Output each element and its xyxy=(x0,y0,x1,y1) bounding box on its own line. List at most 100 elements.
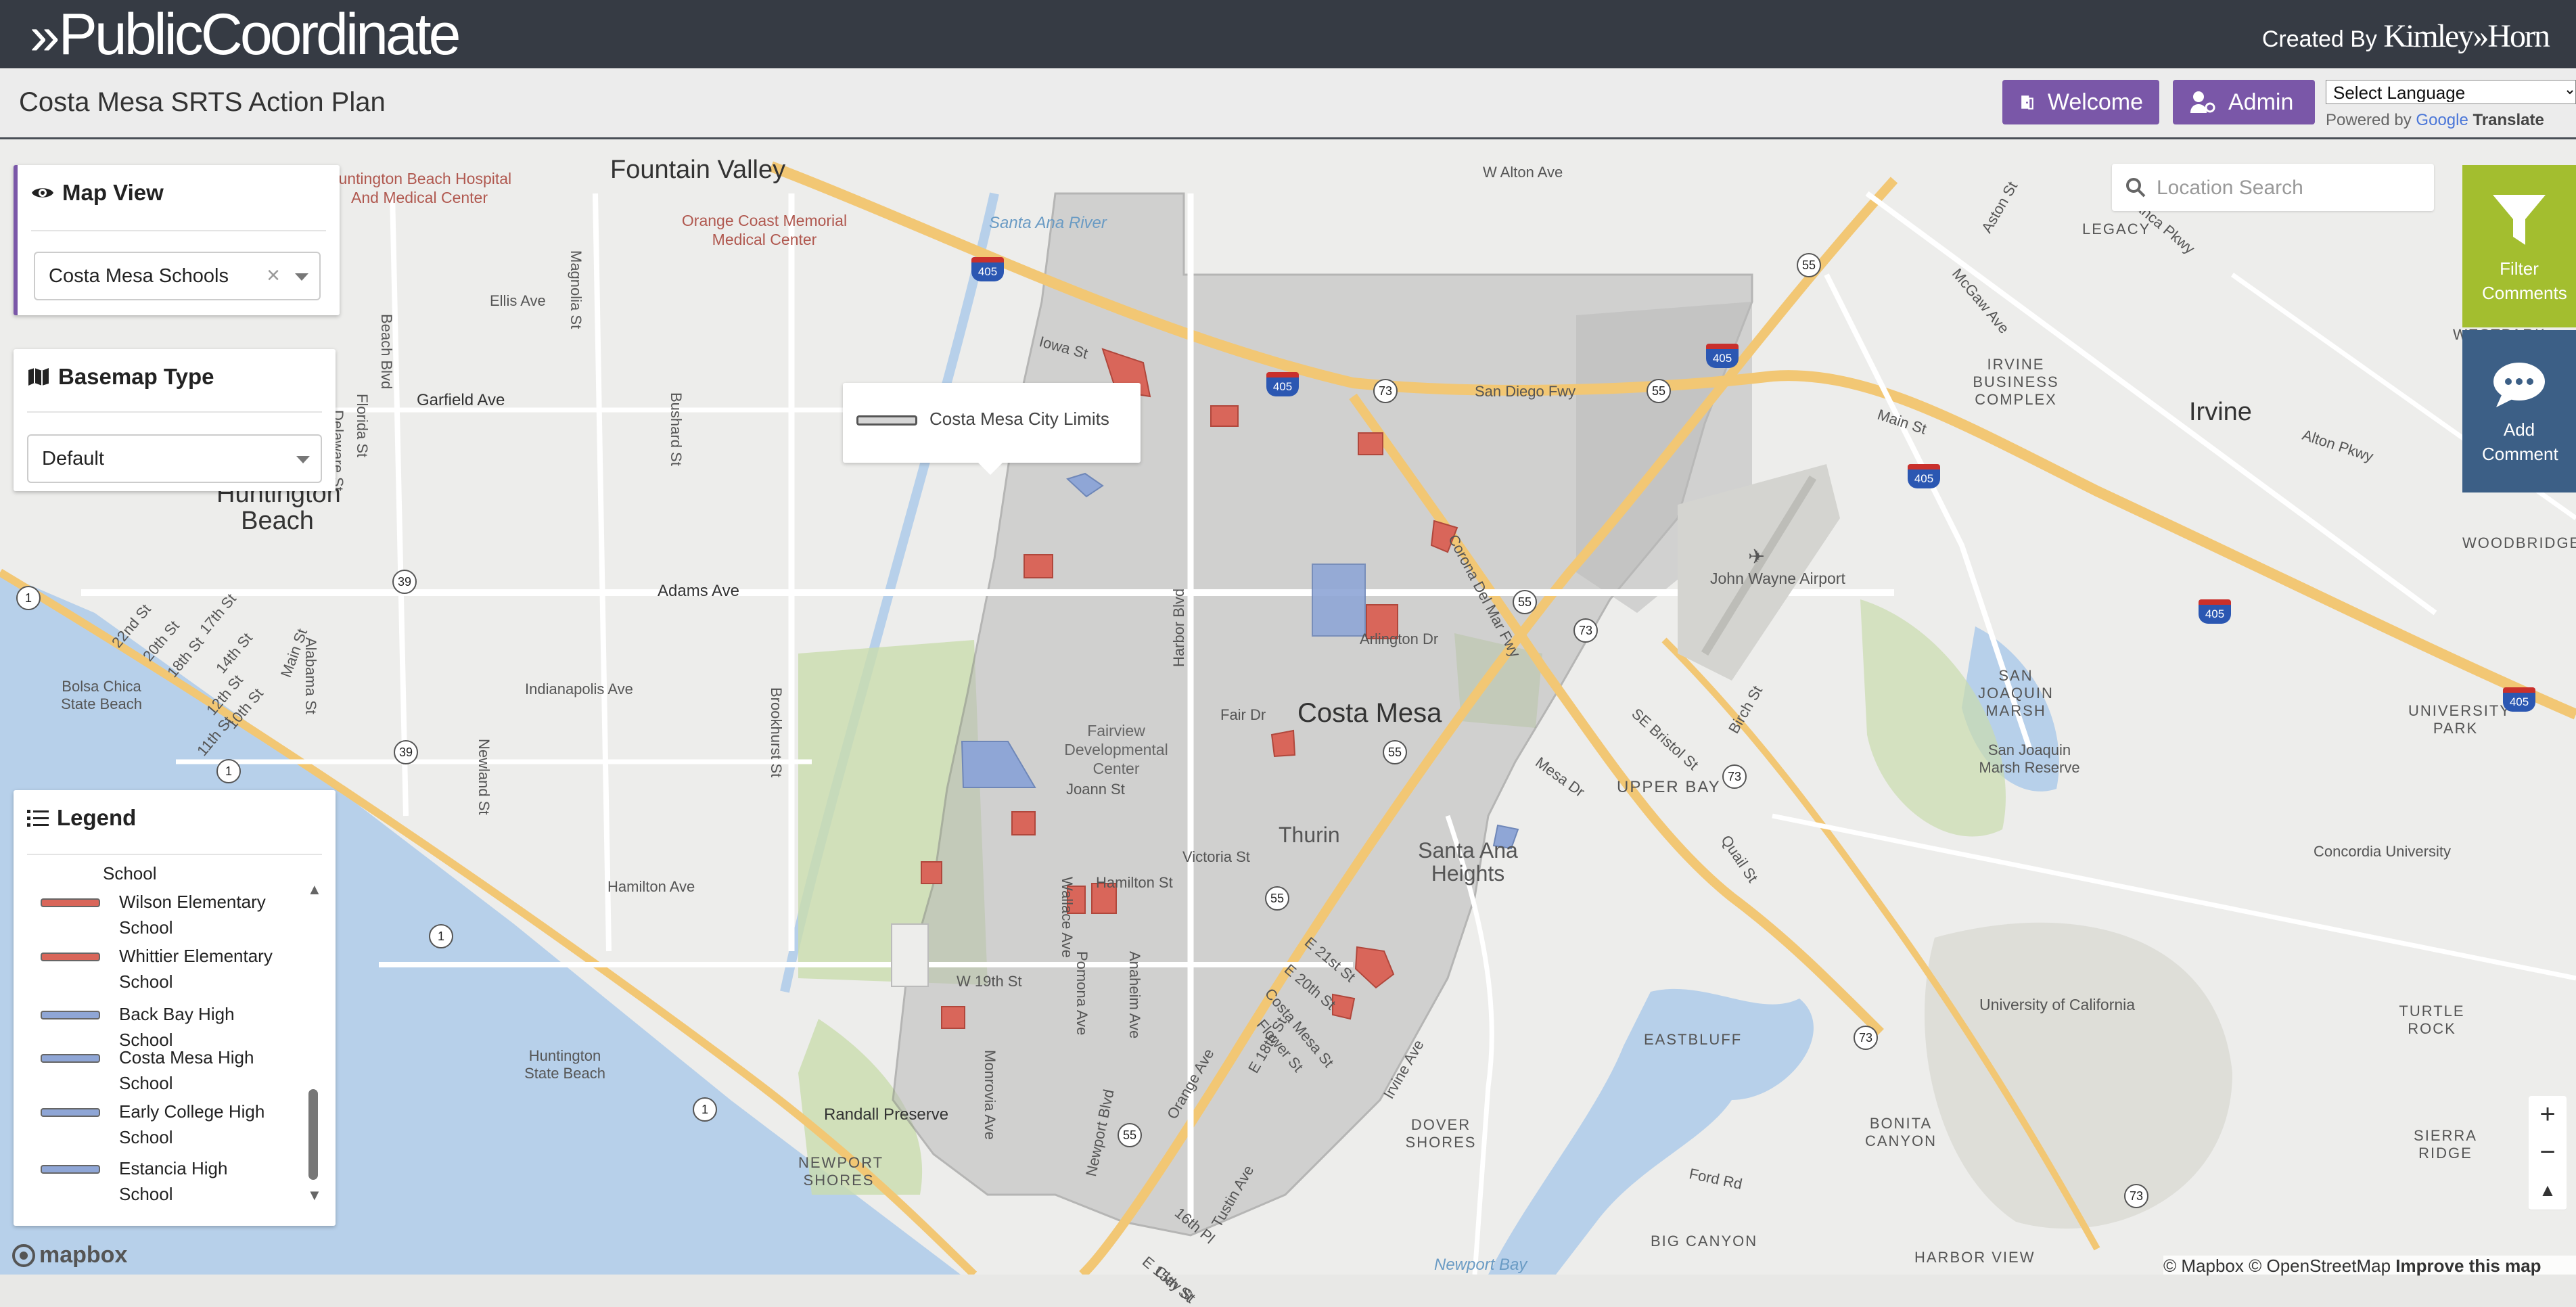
label-pomona-ave: Pomona Ave xyxy=(1074,951,1090,1036)
divider xyxy=(31,230,326,231)
filter-icon xyxy=(2493,195,2546,245)
school-polygon[interactable] xyxy=(921,861,942,884)
legend-scrollbar[interactable] xyxy=(308,1089,318,1180)
google-translate-credit: Powered by Google Translate xyxy=(2326,111,2544,129)
list-icon xyxy=(27,810,49,827)
translate-link[interactable]: Translate xyxy=(2472,111,2544,129)
label-joann-st: Joann St xyxy=(1066,781,1125,798)
mapbox-logo-icon xyxy=(12,1243,35,1267)
legend-item: Costa Mesa High School xyxy=(41,1045,281,1096)
label-indianapolis-ave: Indianapolis Ave xyxy=(525,681,633,697)
location-search[interactable] xyxy=(2112,164,2434,211)
school-polygon[interactable] xyxy=(1358,432,1383,455)
add-comment-button[interactable]: Add Comment xyxy=(2462,330,2576,492)
route-55-shield: 55 xyxy=(1513,590,1537,614)
legend-swatch xyxy=(41,1054,100,1063)
school-polygon[interactable] xyxy=(1024,554,1053,578)
legend-item: Early College High School xyxy=(41,1099,281,1150)
mapbox-logo[interactable]: mapbox xyxy=(12,1242,127,1268)
label-randall-preserve: Randall Preserve xyxy=(824,1105,949,1124)
admin-button[interactable]: Admin xyxy=(2173,80,2315,124)
school-polygon[interactable] xyxy=(1270,729,1296,758)
basemap-select[interactable]: Default xyxy=(27,434,322,483)
welcome-button[interactable]: Welcome xyxy=(2002,80,2159,124)
label-legacy: LEGACY xyxy=(2082,221,2151,237)
divider xyxy=(27,411,322,413)
basemap-panel: Basemap Type Default xyxy=(14,349,336,491)
label-eastbluff: EASTBLUFF xyxy=(1644,1031,1743,1048)
map-canvas[interactable]: Fountain Valley Costa Mesa Irvine Huntin… xyxy=(0,139,2576,1306)
page-title: Costa Mesa SRTS Action Plan xyxy=(19,87,386,117)
legend-swatch xyxy=(41,1165,100,1174)
title-bar: Costa Mesa SRTS Action Plan Welcome Admi… xyxy=(0,68,2576,139)
label-turtle-rock: TURTLE ROCK xyxy=(2399,1003,2465,1037)
route-55-shield: 55 xyxy=(1797,253,1821,277)
tooltip-label: Costa Mesa City Limits xyxy=(929,409,1109,429)
legend-label: Estancia High School xyxy=(119,1158,228,1204)
legend-partial-item: School xyxy=(103,863,157,884)
school-polygon[interactable] xyxy=(1011,811,1036,835)
map-icon xyxy=(28,368,49,386)
label-big-canyon: BIG CANYON xyxy=(1651,1233,1758,1249)
interstate-405-shield: 405 xyxy=(971,257,1004,281)
school-polygon[interactable] xyxy=(941,1006,965,1029)
scroll-up-icon[interactable]: ▲ xyxy=(307,881,322,898)
label-irvine-business-complex: IRVINE BUSINESS COMPLEX xyxy=(1973,356,2059,408)
label-fountain-valley: Fountain Valley xyxy=(610,156,786,184)
label-bolsa-chica: Bolsa Chica State Beach xyxy=(61,678,142,712)
map-attribution: © Mapbox © OpenStreetMap Improve this ma… xyxy=(2163,1256,2576,1276)
label-bonita-canyon: BONITA CANYON xyxy=(1864,1115,1937,1149)
label-san-diego-fwy: San Diego Fwy xyxy=(1475,383,1576,400)
attribution-link[interactable]: © Mapbox © OpenStreetMap xyxy=(2163,1256,2391,1276)
search-input[interactable] xyxy=(2155,170,2429,206)
label-airport: John Wayne Airport xyxy=(1710,570,1845,587)
school-polygon[interactable] xyxy=(1312,564,1366,637)
scroll-down-icon[interactable]: ▼ xyxy=(307,1187,322,1204)
zoom-out-button[interactable]: − xyxy=(2529,1134,2567,1172)
label-hamilton-ave: Hamilton Ave xyxy=(607,878,695,895)
publiccoordinate-logo[interactable]: » PublicCoordinate xyxy=(30,1,461,68)
label-upper-bay: UPPER BAY xyxy=(1617,778,1721,796)
divider xyxy=(27,854,322,855)
legend-item: Estancia High School xyxy=(41,1155,281,1207)
improve-map-link[interactable]: Improve this map xyxy=(2395,1256,2541,1276)
interstate-405-shield: 405 xyxy=(2199,599,2231,624)
map-view-select[interactable]: Costa Mesa Schools × xyxy=(34,252,321,300)
route-73-shield: 73 xyxy=(1854,1026,1878,1050)
search-icon xyxy=(2126,178,2146,198)
kimley-horn-credit[interactable]: Created By Kimley»Horn xyxy=(2262,18,2550,55)
label-anaheim-ave: Anaheim Ave xyxy=(1126,951,1143,1039)
compass-button[interactable]: ▲ xyxy=(2529,1172,2567,1210)
basemap xyxy=(0,139,2576,1275)
route-55-shield: 55 xyxy=(1647,379,1671,403)
school-polygon[interactable] xyxy=(1210,405,1239,427)
label-san-joaquin-reserve: San Joaquin Marsh Reserve xyxy=(1979,741,2080,776)
label-sierra-ridge: SIERRA RIDGE xyxy=(2414,1127,2477,1162)
label-santa-ana-heights: Santa Ana Heights xyxy=(1418,838,1518,886)
interstate-405-shield: 405 xyxy=(1908,464,1940,488)
label-garfield-ave: Garfield Ave xyxy=(417,391,505,409)
clear-icon[interactable]: × xyxy=(267,262,280,289)
label-monrovia-ave: Monrovia Ave xyxy=(982,1050,998,1140)
route-1-shield: 1 xyxy=(693,1097,717,1122)
map-view-panel: Map View Costa Mesa Schools × xyxy=(14,165,340,315)
lot xyxy=(891,923,929,987)
language-select[interactable]: Select Language xyxy=(2326,80,2576,104)
legend-panel: Legend School Wilson Elementary School Wh… xyxy=(14,790,336,1226)
filter-comments-button[interactable]: Filter Comments xyxy=(2462,165,2576,327)
zoom-in-button[interactable]: + xyxy=(2529,1096,2567,1134)
label-beach-blvd: Beach Blvd xyxy=(378,314,395,390)
airport-icon: ✈ xyxy=(1748,546,1766,568)
label-victoria-st: Victoria St xyxy=(1182,848,1250,865)
eye-icon xyxy=(32,188,53,198)
label-university-park: UNIVERSITY PARK xyxy=(2408,702,2512,737)
label-ellis-ave: Ellis Ave xyxy=(490,292,546,309)
label-adams-ave: Adams Ave xyxy=(658,582,739,600)
city-limits-swatch xyxy=(856,415,917,426)
label-costa-mesa: Costa Mesa xyxy=(1297,698,1442,728)
user-cog-icon xyxy=(2190,91,2215,113)
label-woodbridge: WOODBRIDGE xyxy=(2462,534,2576,551)
door-icon xyxy=(2021,95,2033,110)
label-hamilton-st: Hamilton St xyxy=(1096,874,1173,891)
label-brookhurst-st: Brookhurst St xyxy=(768,687,785,778)
